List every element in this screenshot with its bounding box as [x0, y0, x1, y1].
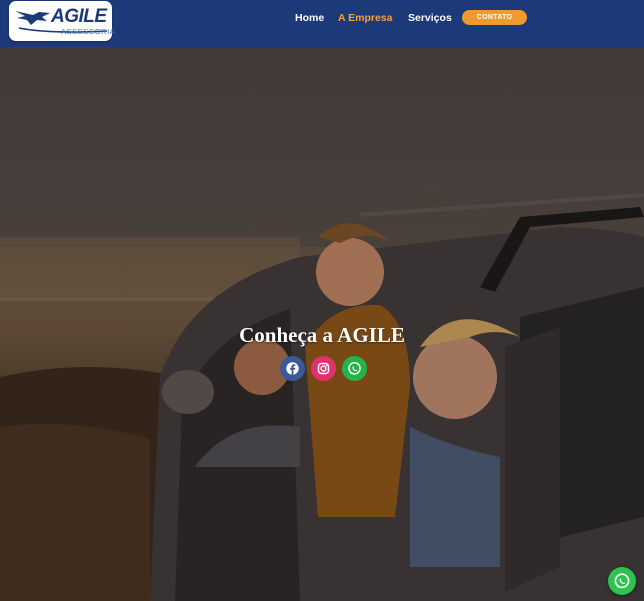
contato-button[interactable]: CONTATO [462, 10, 527, 25]
agile-logo[interactable]: AGILE ASSESSORIA [9, 1, 116, 41]
nav-servicos[interactable]: Serviços [408, 12, 452, 24]
hero-title: Conheça a AGILE [239, 323, 405, 347]
instagram-button[interactable] [311, 356, 336, 381]
floating-whatsapp-button[interactable] [608, 567, 636, 595]
whatsapp-icon [614, 573, 630, 589]
instagram-icon [317, 362, 330, 375]
whatsapp-icon [348, 362, 361, 375]
site-header: AGILE ASSESSORIA Home A Empresa Serviços… [0, 0, 644, 47]
facebook-button[interactable] [280, 356, 305, 381]
logo-wordmark: AGILE [51, 6, 107, 27]
facebook-icon [286, 362, 299, 375]
nav-a-empresa[interactable]: A Empresa [338, 12, 392, 24]
logo-subtitle: ASSESSORIA [61, 27, 116, 36]
whatsapp-button[interactable] [342, 356, 367, 381]
hero-banner: Conheça a AGILE [0, 47, 644, 601]
nav-home[interactable]: Home [295, 12, 324, 24]
